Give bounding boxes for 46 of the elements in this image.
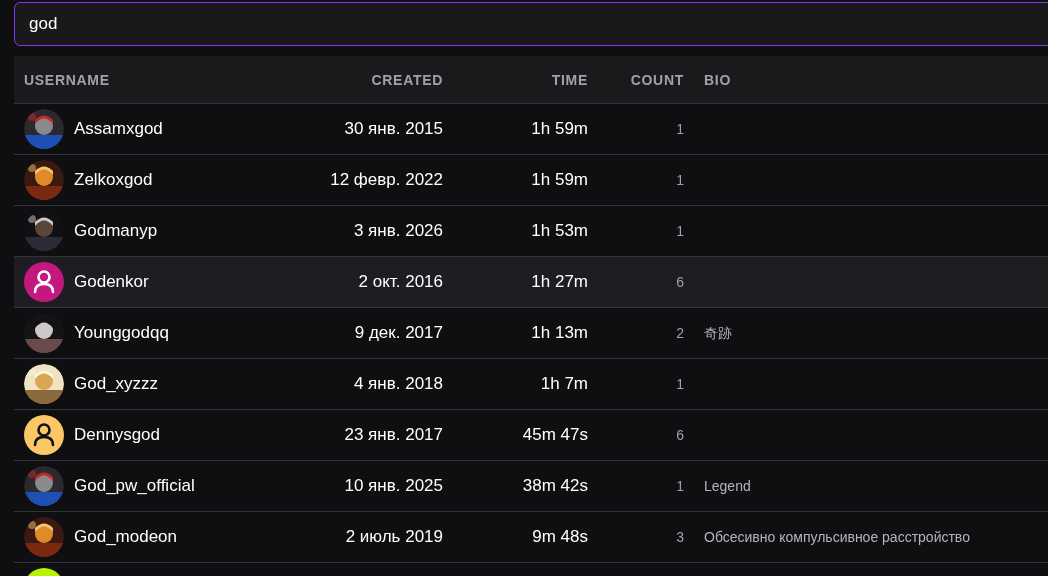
count-value: 1 <box>676 121 684 137</box>
time-value: 1h 59m <box>531 170 588 190</box>
count-value: 1 <box>676 172 684 188</box>
count-value: 6 <box>676 274 684 290</box>
created-date: 2 окт. 2016 <box>358 272 443 292</box>
search-field[interactable]: god <box>14 2 1048 46</box>
created-date: 30 янв. 2015 <box>344 119 443 139</box>
table-row[interactable]: Godenkor 2 окт. 2016 1h 27m 6 <box>14 257 1048 308</box>
count-value: 2 <box>676 325 684 341</box>
count-value: 6 <box>676 427 684 443</box>
time-value: 1h 13m <box>531 323 588 343</box>
username[interactable]: Dennysgod <box>74 422 160 448</box>
count-value: 1 <box>676 478 684 494</box>
bio-text: Legend <box>704 478 751 494</box>
bio-text: 奇跡 <box>704 325 732 341</box>
created-date: 4 янв. 2018 <box>353 374 443 394</box>
username[interactable]: God_xyzzz <box>74 371 159 397</box>
username[interactable]: Younggodqq <box>74 320 169 346</box>
created-date: 23 янв. 2017 <box>344 425 443 445</box>
count-value: 1 <box>676 223 684 239</box>
time-value: 1h 59m <box>531 119 588 139</box>
count-value: 1 <box>676 376 684 392</box>
count-value: 3 <box>676 529 684 545</box>
username[interactable]: God_pw_official <box>74 473 195 499</box>
time-value: 38m 42s <box>522 476 588 496</box>
time-value: 1h 53m <box>531 221 588 241</box>
username[interactable]: Godmanyp <box>74 218 158 244</box>
created-date: 10 янв. 2025 <box>344 476 443 496</box>
created-date: 3 янв. 2026 <box>353 221 443 241</box>
created-date: 12 февр. 2022 <box>330 170 443 190</box>
column-header[interactable]: BIO <box>704 71 731 88</box>
time-value: 1h 7m <box>540 374 588 394</box>
column-header[interactable]: COUNT <box>630 71 684 88</box>
time-value: 9m 48s <box>532 527 588 547</box>
username[interactable]: God_modeon <box>74 524 178 550</box>
time-value: 45m 47s <box>522 425 588 445</box>
username[interactable]: Godenkor <box>74 269 149 295</box>
column-header[interactable]: USERNAME <box>24 71 110 88</box>
created-date: 9 дек. 2017 <box>354 323 443 343</box>
column-header[interactable]: TIME <box>551 71 588 88</box>
bio-text: Обсесивно компульсивное расстройство <box>704 529 970 545</box>
time-value: 1h 27m <box>531 272 588 292</box>
column-header[interactable]: CREATED <box>371 71 443 88</box>
username[interactable]: Zelkoxgod <box>74 167 153 193</box>
username[interactable]: Assamxgod <box>74 116 163 142</box>
created-date: 2 июль 2019 <box>345 527 443 547</box>
